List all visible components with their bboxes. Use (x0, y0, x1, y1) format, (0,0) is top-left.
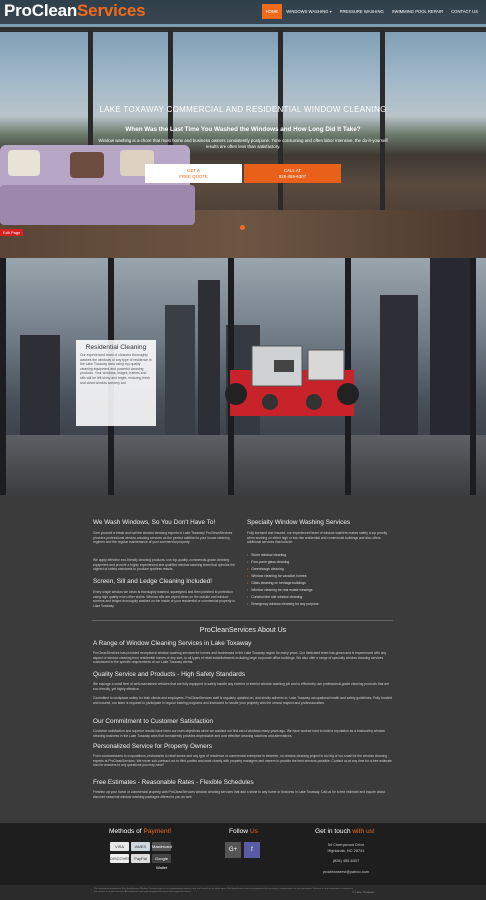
nav-pressure-washing[interactable]: PRESSURE WASHING (336, 4, 388, 19)
city-building (165, 305, 195, 455)
visa-icon: VISA (110, 842, 129, 851)
discover-icon: DISCOVER (110, 854, 131, 863)
section-divider (92, 620, 393, 621)
amex-icon: AMEX (131, 842, 150, 851)
quality-text-1: We manage a small fleet of well-maintain… (93, 682, 390, 691)
phone-number[interactable]: (828) 455-6307 (300, 858, 392, 863)
hero-pillow (8, 150, 40, 176)
email-address[interactable]: procleanservi@yahoo.com (300, 869, 392, 874)
city-floor (0, 435, 486, 495)
free-estimates-title: Free Estimates - Reasonable Rates - Flex… (93, 779, 254, 786)
get-in-touch-title: Get in touch with us! (315, 828, 375, 835)
quality-text-2: Committed to workplace safety for both c… (93, 696, 392, 705)
residential-text: Our experienced team of cleaners thoroug… (80, 353, 152, 385)
free-quote-line2: FREE QUOTE (179, 173, 208, 179)
specialty-text: Fully licensed and insured, our experien… (247, 531, 388, 545)
get-in-touch-title-b: with us! (352, 828, 375, 835)
nav-swimming-pool-repair[interactable]: SWIMMING POOL REPAIR (388, 4, 447, 19)
specialty-services-list: Storm window cleaning Four-pane glass cl… (247, 552, 319, 608)
credit-logo: © Lake Toxaway (352, 890, 375, 894)
legal-bar: The information provided on ProCleanServ… (0, 885, 486, 900)
call-line2: 828-455-6307 (278, 173, 307, 179)
window-mullion (470, 258, 476, 495)
service-item: Window cleaning for real estate viewings (247, 587, 319, 594)
range-text: ProCleanServices has provided exceptiona… (93, 651, 387, 665)
follow-us-title: Follow Us (229, 828, 258, 835)
mastercard-icon: Mastercard (152, 842, 173, 851)
payment-methods-title-b: Payment! (143, 828, 172, 835)
service-item: Storm window cleaning (247, 552, 319, 559)
window-mullion (380, 30, 385, 210)
nav-contact-us[interactable]: CONTACT US (447, 4, 482, 19)
get-in-touch-title-a: Get in touch (315, 828, 353, 835)
range-title: A Range of Window Cleaning Services in L… (93, 640, 252, 647)
legal-text: The information provided on ProCleanServ… (94, 888, 354, 893)
personalized-text: From condominiums to corporations, resta… (93, 754, 392, 768)
commitment-title: Our Commitment to Customer Satisfaction (93, 718, 214, 725)
screen-sill-text: Every single window we clean is thorough… (93, 590, 235, 608)
edit-page-badge[interactable]: Edit Page (0, 229, 24, 236)
pressure-washer-image (225, 345, 359, 416)
city-building (198, 280, 220, 455)
hero-text: Window washing is a chore that most home… (98, 138, 388, 149)
logo-part2: Services (77, 1, 146, 20)
city-building (380, 295, 418, 455)
payment-methods-title: Methods of Payment! (109, 828, 171, 835)
nav-home[interactable]: HOME (261, 4, 283, 19)
hero-sofa-seat (0, 185, 195, 225)
logo-part1: ProClean (4, 1, 78, 20)
wash-windows-p2: We apply effective eco-friendly cleaning… (93, 558, 235, 572)
site-header: ProCleanServices HOME WINDOWS WASHING ▾ … (0, 0, 486, 24)
service-item: Construction site window cleaning (247, 594, 319, 601)
screen-sill-title: Screen, Sill and Ledge Cleaning Included… (93, 578, 213, 585)
quality-title: Quality Service and Products - High Safe… (93, 671, 246, 678)
facebook-icon[interactable]: f (244, 842, 260, 858)
call-button[interactable]: CALL AT 828-455-6307 (244, 164, 341, 183)
service-item: Glass cleaning on heritage buildings (247, 580, 319, 587)
wash-windows-p1: Give yourself a break and call the windo… (93, 531, 233, 545)
hero-subtitle: When Was the Last Time You Washed the Wi… (125, 126, 361, 133)
payment-methods-title-a: Methods of (109, 828, 144, 835)
main-nav: HOME WINDOWS WASHING ▾ PRESSURE WASHING … (261, 4, 482, 19)
service-item: Window cleaning for vacation homes (247, 573, 319, 580)
free-quote-button[interactable]: GET A FREE QUOTE (145, 164, 242, 183)
slider-dot[interactable] (240, 225, 245, 230)
hero-section: LAKE TOXAWAY COMMERCIAL AND RESIDENTIAL … (0, 0, 486, 258)
service-item: Greenhough cleaning (247, 566, 319, 573)
free-estimates-text: Freshen up your home or commercial prope… (93, 790, 385, 799)
about-title: ProCleanServices About Us (199, 627, 287, 634)
paypal-icon: PayPal (131, 854, 150, 863)
google-wallet-icon: Google Wallet (152, 854, 171, 870)
address-line2: Highlands, NC 28741 (327, 848, 365, 853)
service-item: Four-pane glass cleaning (247, 559, 319, 566)
address-line1: 54 Cherrywood Drive (327, 842, 365, 847)
service-item: Emergency window cleaning for any purpos… (247, 601, 318, 608)
wash-windows-title: We Wash Windows, So You Don't Have To! (93, 519, 216, 526)
site-logo[interactable]: ProCleanServices (4, 1, 146, 21)
google-plus-icon[interactable]: G+ (225, 842, 241, 858)
window-frame-top (0, 27, 486, 32)
window-mullion (278, 30, 283, 210)
specialty-title: Specialty Window Washing Services (247, 519, 351, 526)
personalized-title: Personalized Service for Property Owners (93, 743, 212, 750)
hero-title: LAKE TOXAWAY COMMERCIAL AND RESIDENTIAL … (99, 105, 387, 114)
commitment-text: Customer satisfaction and superior resul… (93, 729, 385, 738)
residential-title: Residential Cleaning (85, 344, 147, 351)
follow-us-title-b: Us (249, 828, 258, 835)
city-building (430, 258, 470, 455)
page: LAKE TOXAWAY COMMERCIAL AND RESIDENTIAL … (0, 0, 486, 900)
nav-windows-washing[interactable]: WINDOWS WASHING ▾ (282, 4, 335, 19)
hero-pillow (70, 152, 104, 178)
residential-card: Residential Cleaning Our experienced tea… (76, 340, 156, 426)
window-mullion (0, 258, 6, 495)
follow-us-title-a: Follow (229, 828, 250, 835)
